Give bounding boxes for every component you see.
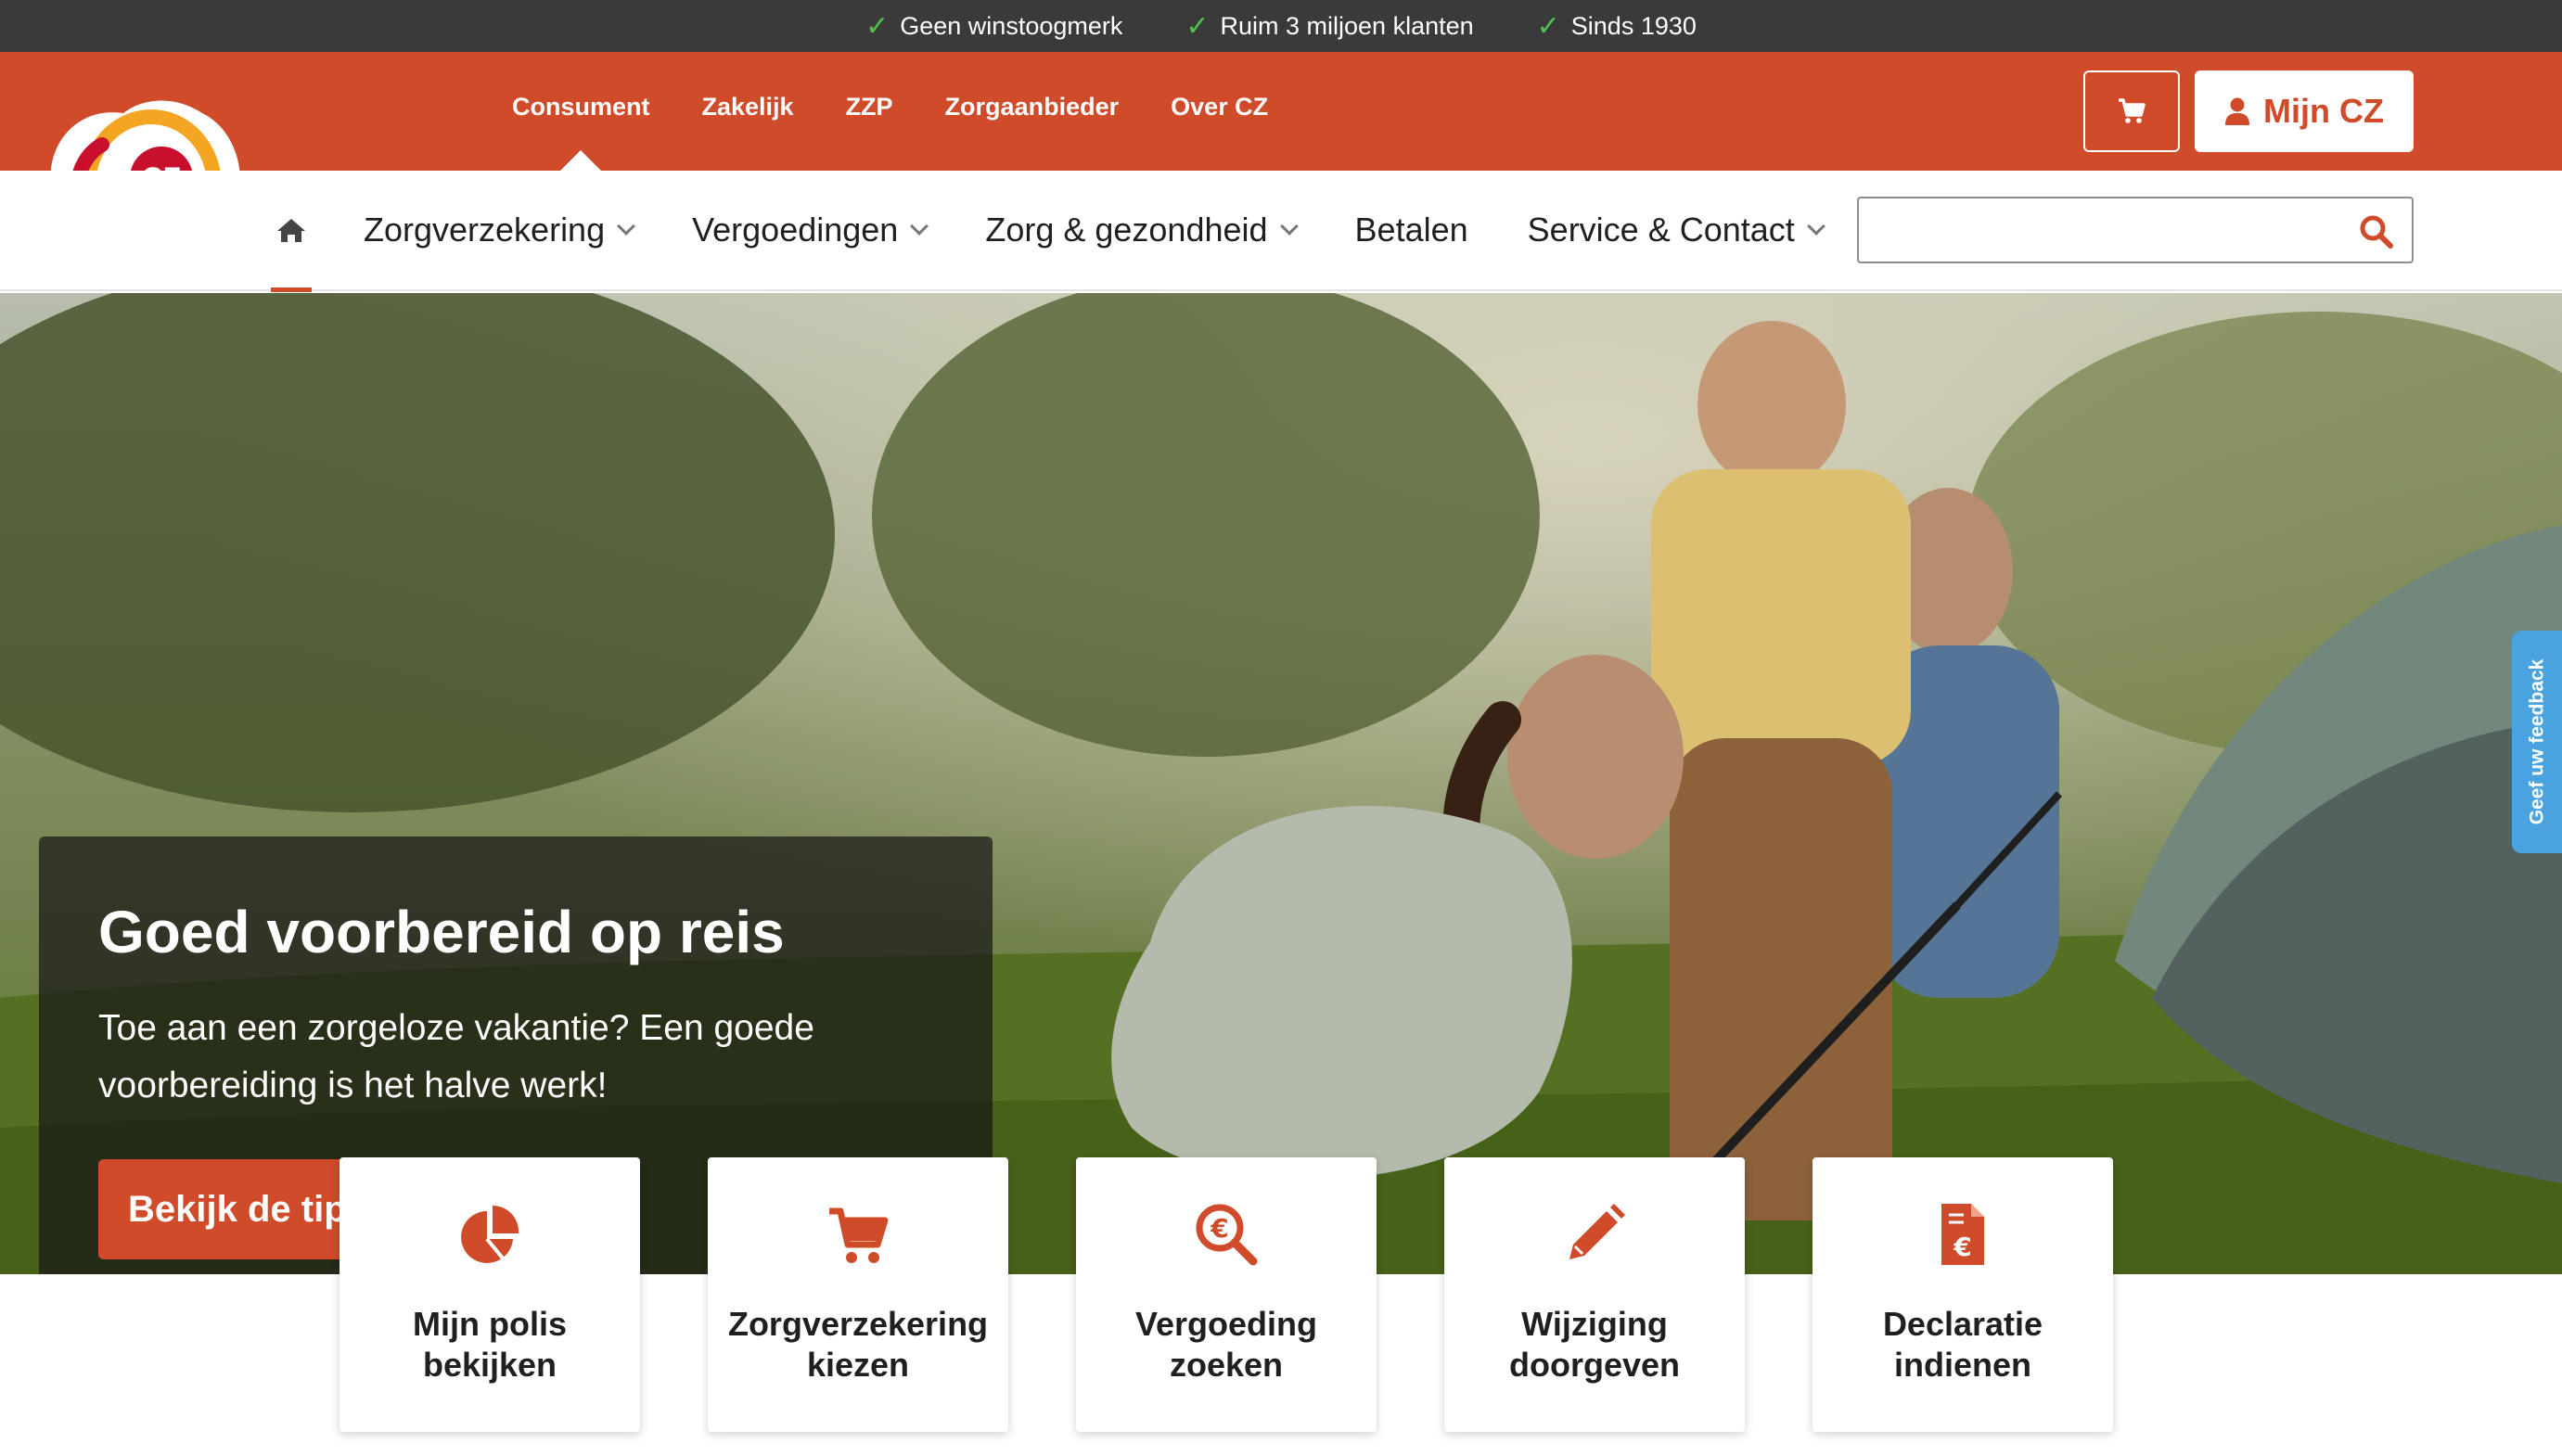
nav-zorg-gezondheid[interactable]: Zorg & gezondheid xyxy=(985,204,1299,256)
tile-label: Zorgverzekering kiezen xyxy=(727,1305,989,1384)
active-segment-caret xyxy=(560,150,601,171)
segment-zorgaanbieder[interactable]: Zorgaanbieder xyxy=(945,93,1120,121)
mijn-cz-label: Mijn CZ xyxy=(2263,92,2384,130)
pencil-icon xyxy=(1569,1204,1625,1259)
chevron-down-icon xyxy=(1279,217,1299,236)
home-icon xyxy=(277,219,305,242)
cart-icon xyxy=(2119,98,2146,123)
chevron-down-icon xyxy=(1806,217,1825,236)
euro-document-icon: € xyxy=(1941,1204,1984,1265)
chevron-down-icon xyxy=(910,217,929,236)
hero-banner: Goed voorbereid op reis Toe aan een zorg… xyxy=(0,293,2562,1274)
tile-label: Wijziging doorgeven xyxy=(1508,1305,1681,1384)
check-icon: ✓ xyxy=(1536,10,1560,42)
user-icon xyxy=(2225,97,2249,125)
search-box xyxy=(1857,197,2414,263)
nav-zorgverzekering[interactable]: Zorgverzekering xyxy=(364,204,636,256)
usp-item: ✓ Ruim 3 miljoen klanten xyxy=(1185,10,1473,43)
cart-button[interactable] xyxy=(2083,70,2180,152)
tile-wijziging-doorgeven[interactable]: Wijziging doorgeven xyxy=(1444,1157,1745,1432)
usp-label: Sinds 1930 xyxy=(1570,11,1697,40)
usp-item: ✓ Geen winstoogmerk xyxy=(865,10,1122,43)
hero-title: Goed voorbereid op reis xyxy=(98,899,785,965)
segment-zzp[interactable]: ZZP xyxy=(846,93,893,121)
svg-text:€: € xyxy=(1953,1232,1971,1262)
segment-consument[interactable]: Consument xyxy=(512,93,650,121)
feedback-label: Geef uw feedback xyxy=(2526,658,2547,825)
tile-mijn-polis[interactable]: Mijn polis bekijken xyxy=(339,1157,640,1432)
nav-label: Zorgverzekering xyxy=(364,211,606,249)
nav-service-contact[interactable]: Service & Contact xyxy=(1527,204,1825,256)
nav-vergoedingen[interactable]: Vergoedingen xyxy=(692,204,929,256)
nav-label: Service & Contact xyxy=(1527,211,1795,249)
usp-label: Ruim 3 miljoen klanten xyxy=(1220,11,1474,40)
search-input[interactable] xyxy=(1868,206,2351,254)
chevron-down-icon xyxy=(617,217,636,236)
nav-label: Vergoedingen xyxy=(692,211,899,249)
tile-label: Vergoeding zoeken xyxy=(1134,1305,1318,1384)
main-nav: Zorgverzekering Vergoedingen Zorg & gezo… xyxy=(364,204,1825,256)
check-icon: ✓ xyxy=(1185,10,1210,42)
mijn-cz-button[interactable]: Mijn CZ xyxy=(2195,70,2414,152)
hero-text: Toe aan een zorgeloze vakantie? Een goed… xyxy=(98,1008,814,1105)
usp-bar: ✓ Geen winstoogmerk ✓ Ruim 3 miljoen kla… xyxy=(0,0,2562,52)
feedback-tab[interactable]: Geef uw feedback xyxy=(2512,631,2562,853)
tile-label: Declaratie indienen xyxy=(1882,1305,2043,1384)
tile-zorgverzekering-kiezen[interactable]: Zorgverzekering kiezen xyxy=(708,1157,1008,1432)
search-icon[interactable] xyxy=(2358,213,2395,250)
home-link[interactable] xyxy=(269,202,314,258)
cart-icon xyxy=(829,1207,889,1263)
nav-betalen[interactable]: Betalen xyxy=(1355,204,1468,256)
tile-declaratie-indienen[interactable]: € Declaratie indienen xyxy=(1813,1157,2113,1432)
active-nav-indicator xyxy=(271,287,312,292)
tile-vergoeding-zoeken[interactable]: € Vergoeding zoeken xyxy=(1076,1157,1377,1432)
segment-over-cz[interactable]: Over CZ xyxy=(1171,93,1268,121)
pie-chart-icon xyxy=(461,1205,519,1263)
segment-zakelijk[interactable]: Zakelijk xyxy=(702,93,794,121)
usp-label: Geen winstoogmerk xyxy=(900,11,1123,40)
tile-label: Mijn polis bekijken xyxy=(413,1305,567,1384)
usp-item: ✓ Sinds 1930 xyxy=(1537,10,1697,43)
nav-label: Betalen xyxy=(1354,211,1468,249)
check-icon: ✓ xyxy=(865,10,890,42)
svg-text:€: € xyxy=(1210,1213,1228,1244)
segment-nav: Consument Zakelijk ZZP Zorgaanbieder Ove… xyxy=(512,93,1268,121)
nav-label: Zorg & gezondheid xyxy=(985,211,1268,249)
euro-search-icon: € xyxy=(1196,1204,1258,1266)
